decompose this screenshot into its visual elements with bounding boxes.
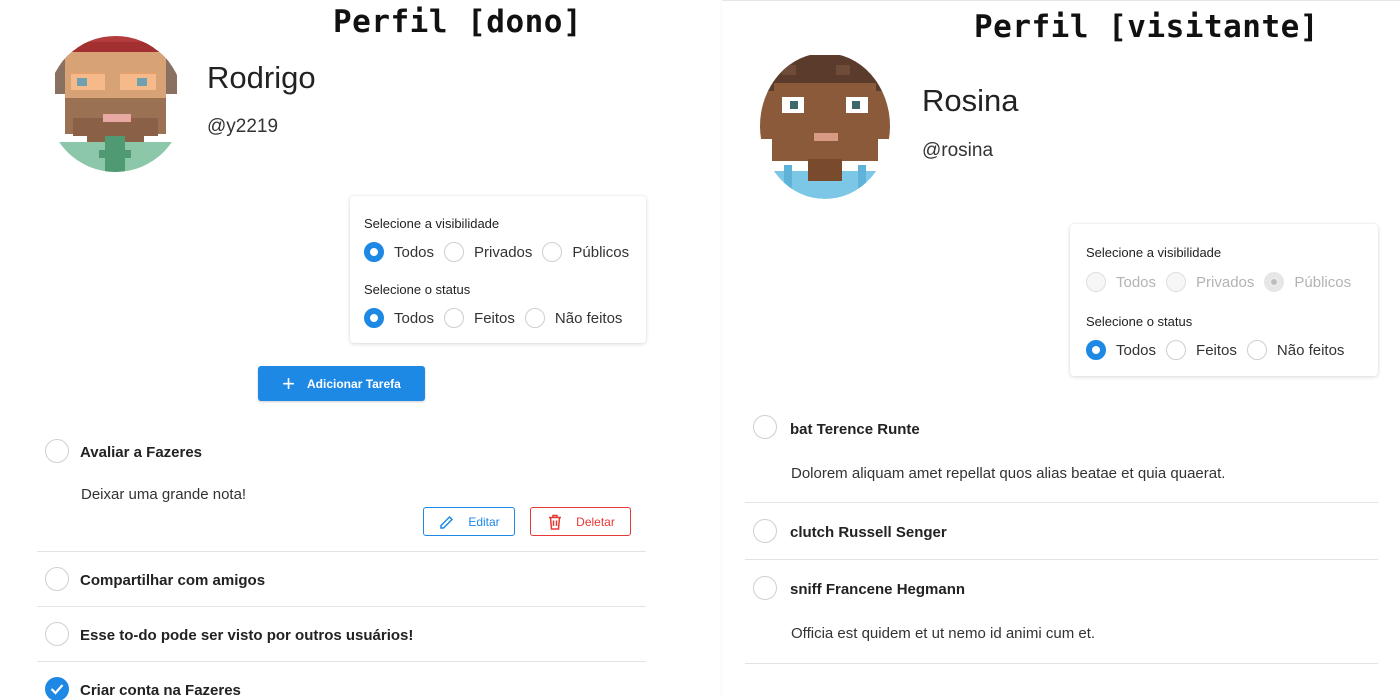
task-checkbox — [753, 415, 777, 439]
edit-button[interactable]: Editar — [423, 507, 515, 536]
task-item: Criar conta na Fazeres — [37, 662, 646, 700]
task-title: Avaliar a Fazeres — [80, 444, 203, 461]
radio-label: Feitos — [1196, 341, 1237, 359]
visibility-radio-group-disabled: Todos Privados Públicos — [1086, 272, 1351, 292]
filter-card: Selecione a visibilidade Todos Privados … — [350, 196, 646, 343]
radio-button[interactable] — [542, 242, 563, 262]
user-name: Rosina — [922, 83, 1019, 118]
radio-button[interactable] — [1086, 340, 1106, 360]
radio-button[interactable] — [1246, 340, 1267, 360]
task-checkbox[interactable] — [45, 622, 69, 646]
status-option-feitos[interactable]: Feitos — [444, 308, 515, 328]
status-option-todos[interactable]: Todos — [364, 308, 434, 328]
add-task-button[interactable]: + Adicionar Tarefa — [258, 366, 425, 401]
task-checkbox — [753, 519, 777, 543]
user-handle: @rosina — [922, 140, 994, 161]
add-task-label: Adicionar Tarefa — [307, 376, 401, 391]
task-title: bat Terence Runte — [790, 421, 920, 438]
task-checkbox[interactable] — [45, 439, 69, 463]
task-description: Dolorem aliquam amet repellat quos alias… — [791, 465, 1226, 482]
radio-button-disabled — [1086, 272, 1106, 292]
panel-title: Perfil [dono] — [333, 4, 583, 40]
visibility-option-publicos[interactable]: Públicos — [542, 242, 629, 262]
radio-label: Todos — [394, 309, 435, 327]
visibility-filter-label: Selecione a visibilidade — [1086, 245, 1222, 260]
visitor-profile-panel: Perfil [visitante] Rosina @rosina Seleci… — [722, 0, 1400, 700]
status-filter-label: Selecione o status — [1086, 314, 1193, 329]
task-list: Avaliar a Fazeres Deixar uma grande nota… — [37, 424, 646, 700]
visibility-option-privados: Privados — [1166, 272, 1254, 292]
radio-label: Públicos — [572, 243, 630, 261]
pixel-avatar-dark-hair-icon — [760, 53, 890, 199]
delete-button[interactable]: Deletar — [530, 507, 631, 536]
radio-button[interactable] — [444, 308, 465, 328]
radio-button[interactable] — [1166, 340, 1187, 360]
radio-button[interactable] — [524, 308, 545, 328]
task-checkbox — [753, 576, 777, 600]
task-checkbox[interactable] — [45, 567, 69, 591]
task-title: clutch Russell Senger — [790, 524, 947, 541]
status-option-nao-feitos[interactable]: Não feitos — [524, 308, 623, 328]
task-item: clutch Russell Senger — [745, 503, 1378, 560]
panel-title: Perfil [visitante] — [974, 9, 1319, 45]
status-option-nao-feitos[interactable]: Não feitos — [1246, 340, 1345, 360]
visibility-option-privados[interactable]: Privados — [444, 242, 532, 262]
task-item: Compartilhar com amigos — [37, 552, 646, 607]
radio-label: Públicos — [1294, 273, 1352, 291]
radio-label: Todos — [1116, 273, 1157, 291]
pencil-icon — [440, 515, 454, 529]
task-title: sniff Francene Hegmann — [790, 581, 966, 598]
task-checkbox-checked[interactable] — [45, 677, 69, 700]
plus-icon: + — [282, 370, 296, 396]
radio-button-disabled — [1166, 272, 1187, 292]
radio-label: Todos — [1116, 341, 1157, 359]
task-title: Esse to-do pode ser visto por outros usu… — [80, 627, 414, 644]
visibility-option-publicos: Públicos — [1264, 272, 1351, 292]
filter-card: Selecione a visibilidade Todos Privados … — [1070, 224, 1378, 376]
user-handle: @y2219 — [207, 116, 279, 137]
visibility-filter-label: Selecione a visibilidade — [364, 216, 500, 231]
task-title: Compartilhar com amigos — [80, 572, 266, 589]
radio-label: Privados — [474, 243, 533, 261]
status-filter-label: Selecione o status — [364, 282, 471, 297]
task-item: sniff Francene Hegmann Officia est quide… — [745, 560, 1378, 663]
delete-label: Deletar — [576, 514, 615, 529]
task-list: bat Terence Runte Dolorem aliquam amet r… — [745, 401, 1378, 664]
radio-label: Não feitos — [554, 309, 623, 327]
radio-button-disabled-checked — [1264, 272, 1285, 292]
radio-label: Feitos — [474, 309, 515, 327]
radio-button[interactable] — [364, 308, 384, 328]
radio-label: Privados — [1196, 273, 1255, 291]
task-item: bat Terence Runte Dolorem aliquam amet r… — [745, 401, 1378, 503]
edit-label: Editar — [468, 514, 500, 529]
user-name: Rodrigo — [207, 60, 316, 95]
task-description: Deixar uma grande nota! — [81, 486, 247, 503]
visibility-radio-group: Todos Privados Públicos — [364, 242, 629, 262]
status-radio-group: Todos Feitos Não feitos — [364, 308, 622, 328]
radio-button[interactable] — [444, 242, 465, 262]
task-item: Esse to-do pode ser visto por outros usu… — [37, 607, 646, 662]
radio-label: Não feitos — [1276, 341, 1345, 359]
task-item: Avaliar a Fazeres Deixar uma grande nota… — [37, 424, 646, 552]
radio-label: Todos — [394, 243, 435, 261]
visibility-option-todos: Todos — [1086, 272, 1156, 292]
trash-icon — [549, 514, 562, 530]
check-icon — [50, 684, 64, 695]
status-option-feitos[interactable]: Feitos — [1166, 340, 1237, 360]
pixel-avatar-glasses-beard-icon — [47, 14, 184, 172]
task-title: Criar conta na Fazeres — [80, 682, 241, 699]
owner-profile-panel: Perfil [dono] Rodrigo @y2219 Selecione a… — [0, 0, 700, 700]
radio-button[interactable] — [364, 242, 384, 262]
visibility-option-todos[interactable]: Todos — [364, 242, 434, 262]
task-description: Officia est quidem et ut nemo id animi c… — [791, 625, 1096, 642]
status-radio-group: Todos Feitos Não feitos — [1086, 340, 1344, 360]
status-option-todos[interactable]: Todos — [1086, 340, 1156, 360]
